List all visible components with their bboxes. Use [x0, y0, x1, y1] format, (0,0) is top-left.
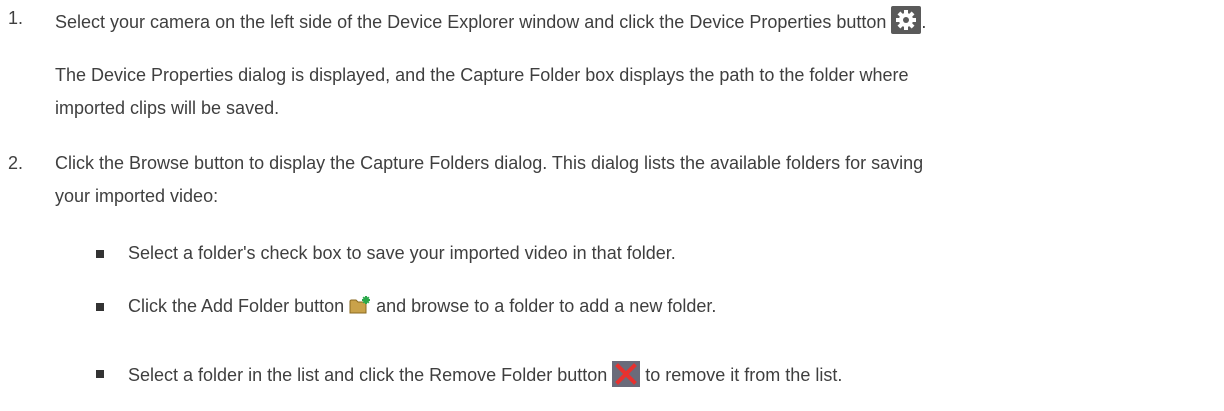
bullet-3-after: to remove it from the list. [645, 365, 843, 385]
bullet-marker [96, 303, 104, 311]
step-2-number: 2. [8, 153, 24, 173]
step-2-line-2: your imported video: [55, 186, 219, 206]
bullet-3-text: Select a folder in the list and click th… [128, 361, 842, 394]
step-1-line: Select your camera on the left side of t… [55, 6, 926, 41]
add-folder-icon [349, 295, 371, 322]
bullet-1-text: Select a folder's check box to save your… [128, 243, 676, 263]
step-1-trailing: . [921, 12, 927, 32]
bullet-marker [96, 250, 104, 258]
remove-folder-icon [612, 361, 641, 394]
gear-icon [891, 6, 922, 41]
bullet-2-text: Click the Add Folder button and browse t… [128, 294, 716, 322]
step-1-paragraph-line-2: imported clips will be saved. [55, 98, 280, 118]
bullet-2-before: Click the Add Folder button [128, 296, 345, 316]
step-1-text: Select your camera on the left side of t… [55, 12, 887, 32]
step-1-paragraph-line-1: The Device Properties dialog is displaye… [55, 65, 909, 85]
bullet-2-after: and browse to a folder to add a new fold… [376, 296, 717, 316]
step-2-line-1: Click the Browse button to display the C… [55, 153, 924, 173]
bullet-3-before: Select a folder in the list and click th… [128, 365, 608, 385]
bullet-marker [96, 370, 104, 378]
step-1-number: 1. [8, 8, 24, 28]
